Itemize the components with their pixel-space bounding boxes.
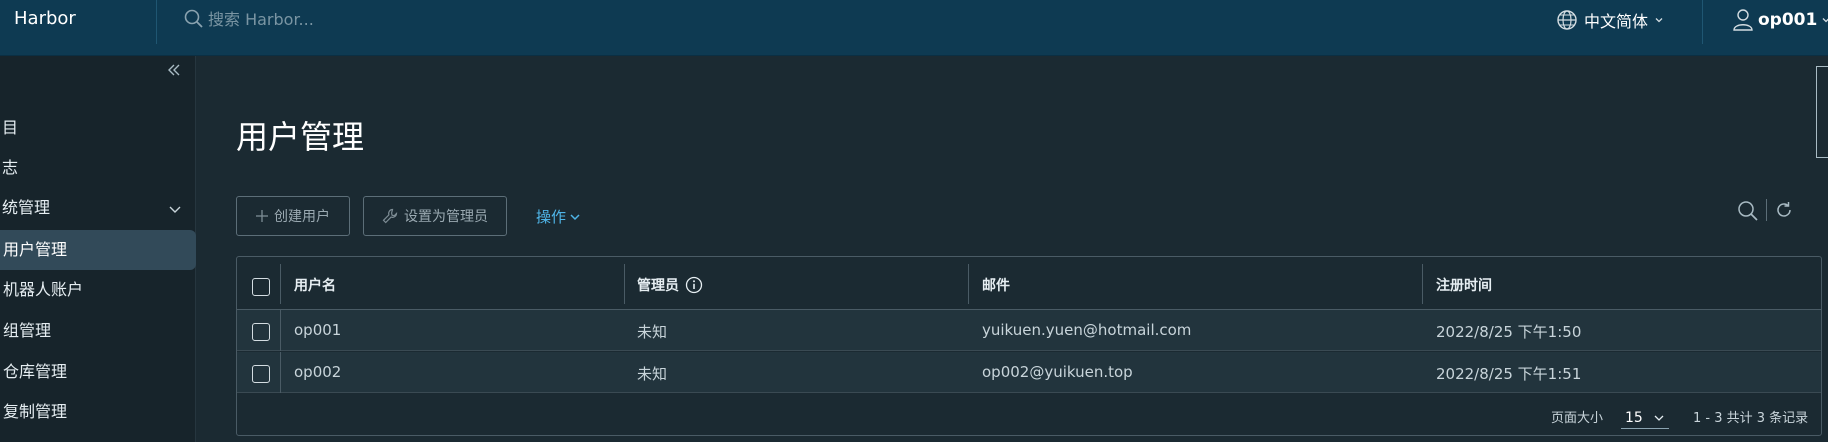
set-admin-button[interactable]: 设置为管理员 bbox=[363, 196, 507, 236]
cell-email: yuikuen.yuen@hotmail.com bbox=[982, 321, 1192, 339]
cell-admin: 未知 bbox=[637, 323, 668, 341]
search-icon bbox=[184, 9, 203, 28]
create-user-button[interactable]: 创建用户 bbox=[236, 196, 350, 236]
user-menu[interactable]: op001 bbox=[1732, 8, 1828, 32]
double-chevron-left-icon bbox=[168, 64, 180, 76]
global-search[interactable] bbox=[184, 9, 508, 29]
sidebar-item-label: 仓库管理 bbox=[3, 362, 68, 381]
top-header: Harbor 中文简体 op001 bbox=[0, 0, 1828, 56]
globe-icon bbox=[1557, 10, 1577, 30]
column-divider bbox=[280, 264, 281, 304]
cell-email: op002@yuikuen.top bbox=[982, 363, 1133, 381]
select-all-checkbox[interactable] bbox=[252, 278, 270, 296]
sidebar-item-users[interactable]: 用户管理 bbox=[0, 230, 196, 270]
page-size-select[interactable]: 15 bbox=[1621, 407, 1669, 429]
column-divider bbox=[968, 264, 969, 304]
cell-registered: 2022/8/25 下午1:51 bbox=[1436, 365, 1582, 383]
refresh-button[interactable] bbox=[1774, 200, 1794, 224]
chevron-down-icon bbox=[1654, 415, 1664, 421]
header-divider bbox=[156, 0, 157, 44]
chevron-down-icon bbox=[570, 213, 580, 220]
sidebar-item-label: 志 bbox=[2, 158, 19, 177]
column-divider bbox=[624, 264, 625, 304]
sidebar-item-logs[interactable]: 志 bbox=[0, 148, 196, 188]
table-row[interactable]: op001 未知 yuikuen.yuen@hotmail.com 2022/8… bbox=[237, 310, 1821, 351]
sidebar-item-registries[interactable]: 仓库管理 bbox=[0, 352, 196, 392]
sidebar-item-label: 组管理 bbox=[3, 321, 52, 340]
sidebar-item-label: 机器人账户 bbox=[3, 280, 84, 299]
create-user-label: 创建用户 bbox=[274, 209, 330, 225]
cell-registered: 2022/8/25 下午1:50 bbox=[1436, 323, 1582, 341]
column-divider bbox=[280, 310, 281, 351]
wrench-icon bbox=[382, 208, 398, 224]
search-input[interactable] bbox=[208, 9, 508, 29]
language-switcher[interactable]: 中文简体 bbox=[1556, 8, 1664, 32]
user-icon bbox=[1733, 9, 1753, 31]
refresh-icon bbox=[1777, 202, 1791, 217]
plus-icon bbox=[256, 210, 268, 222]
page-size-label: 页面大小 bbox=[1551, 411, 1604, 426]
sidebar-item-label: 统管理 bbox=[2, 198, 51, 217]
sidebar-item-robot-accounts[interactable]: 机器人账户 bbox=[0, 270, 196, 310]
page-size-value: 15 bbox=[1625, 409, 1643, 426]
info-icon[interactable] bbox=[685, 276, 703, 294]
username-label: op001 bbox=[1758, 10, 1818, 30]
actions-label: 操作 bbox=[536, 208, 567, 226]
side-drawer-handle[interactable] bbox=[1816, 66, 1828, 158]
brand-name[interactable]: Harbor bbox=[14, 8, 76, 29]
table-search-button[interactable] bbox=[1737, 200, 1759, 226]
users-table: 用户名 管理员 邮件 注册时间 op001 未知 yuikuen.yuen@ho… bbox=[236, 256, 1822, 436]
column-header-admin[interactable]: 管理员 bbox=[637, 275, 703, 295]
chevron-down-icon bbox=[1822, 18, 1828, 23]
toolbar-divider bbox=[1766, 199, 1767, 221]
column-divider bbox=[1422, 264, 1423, 304]
chevron-down-icon bbox=[1655, 18, 1663, 23]
column-divider bbox=[280, 352, 281, 393]
set-admin-label: 设置为管理员 bbox=[404, 209, 488, 225]
cell-username: op002 bbox=[294, 363, 342, 381]
sidebar-item-groups[interactable]: 组管理 bbox=[0, 311, 196, 351]
sidebar-item-replications[interactable]: 复制管理 bbox=[0, 392, 196, 432]
header-divider bbox=[1702, 0, 1703, 44]
column-header-label: 管理员 bbox=[637, 278, 679, 294]
cell-admin: 未知 bbox=[637, 365, 668, 383]
pagination-summary: 1 - 3 共计 3 条记录 bbox=[1693, 411, 1809, 426]
column-header-email[interactable]: 邮件 bbox=[982, 275, 1010, 295]
sidebar-item-system-admin[interactable]: 统管理 bbox=[0, 188, 196, 228]
sidebar-item-label: 目 bbox=[2, 118, 19, 137]
row-checkbox[interactable] bbox=[252, 365, 270, 383]
sidebar-item-label: 复制管理 bbox=[3, 402, 68, 421]
page-title: 用户管理 bbox=[236, 118, 365, 156]
sidebar-item-projects[interactable]: 目 bbox=[0, 108, 196, 148]
table-header: 用户名 管理员 邮件 注册时间 bbox=[237, 257, 1821, 310]
sidebar: 目 志 统管理 用户管理 机器人账户 组管理 仓库管理 复制管理 bbox=[0, 56, 196, 442]
cell-username: op001 bbox=[294, 321, 342, 339]
row-checkbox[interactable] bbox=[252, 323, 270, 341]
chevron-down-icon bbox=[168, 188, 182, 228]
language-label: 中文简体 bbox=[1584, 12, 1649, 31]
collapse-sidebar-button[interactable] bbox=[166, 62, 182, 83]
column-header-username[interactable]: 用户名 bbox=[294, 275, 336, 295]
column-header-registered[interactable]: 注册时间 bbox=[1436, 275, 1492, 295]
sidebar-item-label: 用户管理 bbox=[3, 240, 68, 259]
table-row[interactable]: op002 未知 op002@yuikuen.top 2022/8/25 下午1… bbox=[237, 352, 1821, 393]
search-icon bbox=[1738, 201, 1758, 221]
actions-dropdown[interactable]: 操作 bbox=[536, 206, 581, 227]
